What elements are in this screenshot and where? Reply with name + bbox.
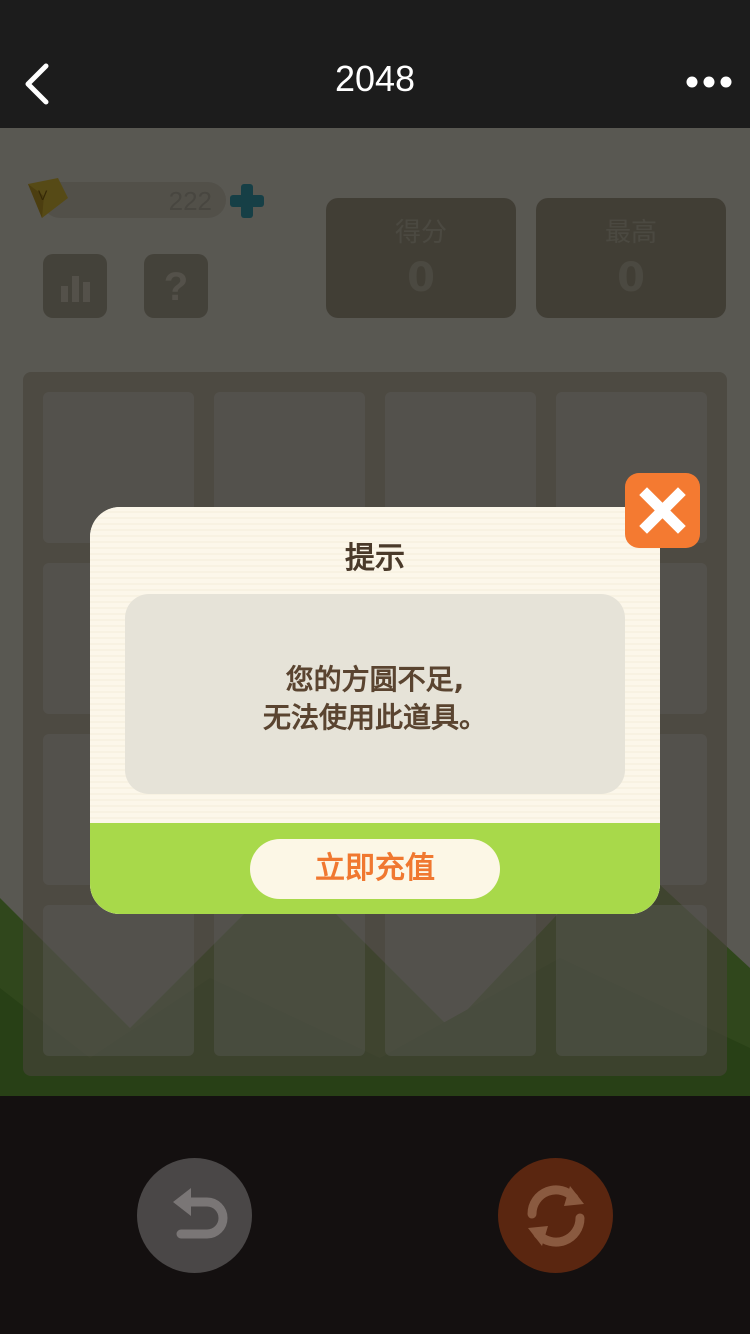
- recharge-button[interactable]: 立即充值: [250, 839, 500, 899]
- undo-button[interactable]: [137, 1158, 252, 1273]
- dialog-footer: 立即充值: [90, 823, 660, 914]
- close-x-icon: [639, 487, 686, 534]
- page-title: 2048: [334, 58, 416, 99]
- insufficient-balance-dialog: 提示 您的方圆不足, 无法使用此道具。 立即充值: [90, 473, 700, 914]
- top-bar: 2048: [0, 0, 750, 128]
- message-box: 您的方圆不足, 无法使用此道具。: [125, 594, 625, 794]
- close-button[interactable]: [625, 473, 700, 548]
- restart-button[interactable]: [498, 1158, 613, 1273]
- undo-icon: [173, 1188, 228, 1239]
- dialog-title: 提示: [345, 541, 405, 576]
- message-line-2: 无法使用此道具。: [262, 701, 487, 734]
- bottom-controls: [0, 1096, 750, 1334]
- refresh-icon: [527, 1185, 585, 1247]
- dialog-body: 提示 您的方圆不足, 无法使用此道具。 立即充值: [90, 507, 660, 914]
- more-dots-icon[interactable]: [686, 75, 732, 89]
- message-line-1: 您的方圆不足,: [285, 663, 465, 696]
